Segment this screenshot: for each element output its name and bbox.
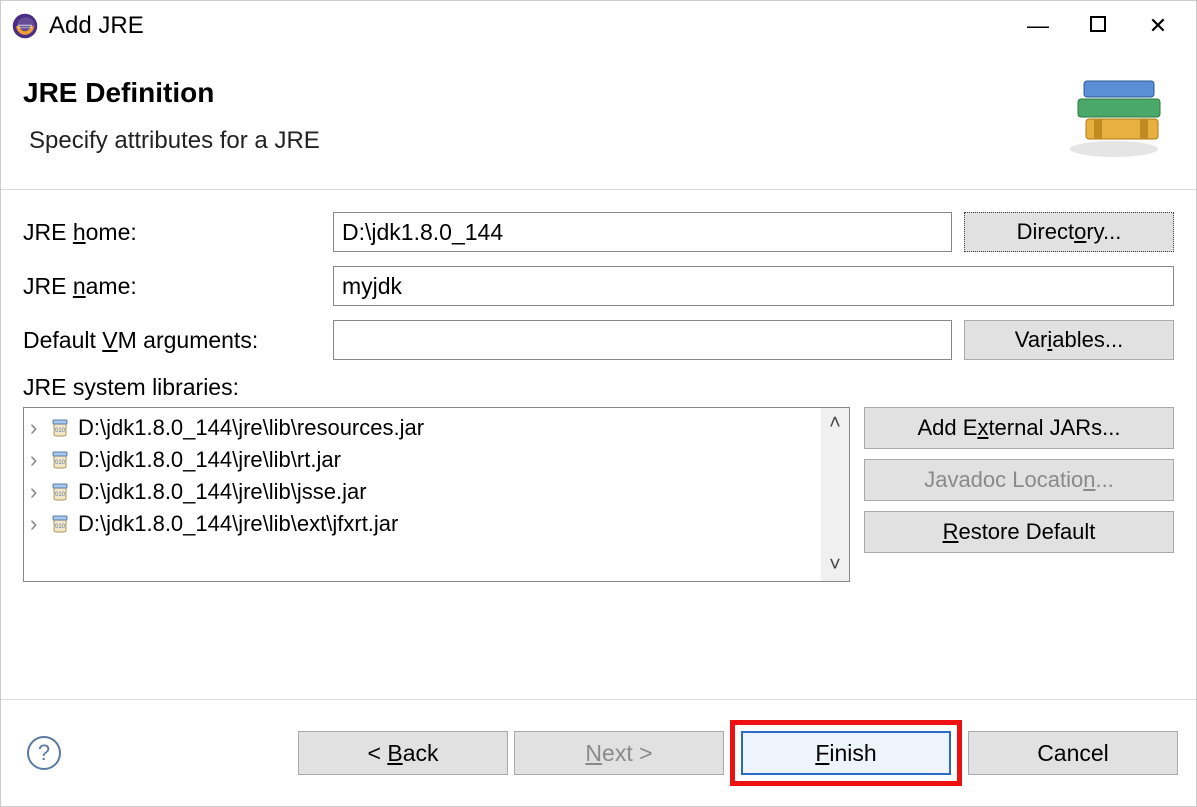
library-item[interactable]: › 010 D:\jdk1.8.0_144\jre\lib\jsse.jar bbox=[24, 476, 849, 508]
header-subtitle: Specify attributes for a JRE bbox=[23, 127, 1064, 155]
library-item[interactable]: › 010 D:\jdk1.8.0_144\jre\lib\resources.… bbox=[24, 412, 849, 444]
jre-name-input[interactable] bbox=[333, 266, 1174, 306]
libraries-label: JRE system libraries: bbox=[23, 374, 1174, 401]
jre-home-input[interactable] bbox=[333, 212, 952, 252]
vm-args-label: Default VM arguments: bbox=[23, 327, 333, 354]
header-title: JRE Definition bbox=[23, 77, 1064, 109]
window-title: Add JRE bbox=[49, 12, 144, 40]
finish-highlight: Finish bbox=[730, 720, 962, 786]
jar-icon: 010 bbox=[50, 481, 72, 503]
library-item[interactable]: › 010 D:\jdk1.8.0_144\jre\lib\ext\jfxrt.… bbox=[24, 508, 849, 540]
chevron-right-icon: › bbox=[30, 511, 48, 537]
finish-button[interactable]: Finish bbox=[741, 731, 951, 775]
libraries-list[interactable]: › 010 D:\jdk1.8.0_144\jre\lib\resources.… bbox=[23, 407, 850, 582]
svg-text:010: 010 bbox=[55, 428, 66, 434]
dialog-window: Add JRE — ✕ JRE Definition Specify attri… bbox=[0, 0, 1197, 807]
next-button: Next > bbox=[514, 731, 724, 775]
jar-icon: 010 bbox=[50, 513, 72, 535]
svg-text:010: 010 bbox=[55, 492, 66, 498]
library-path: D:\jdk1.8.0_144\jre\lib\resources.jar bbox=[78, 415, 424, 441]
titlebar: Add JRE — ✕ bbox=[1, 1, 1196, 51]
eclipse-icon bbox=[11, 12, 39, 40]
restore-default-button[interactable]: Restore Default bbox=[864, 511, 1174, 553]
svg-text:010: 010 bbox=[55, 524, 66, 530]
library-path: D:\jdk1.8.0_144\jre\lib\jsse.jar bbox=[78, 479, 367, 505]
jar-icon: 010 bbox=[50, 449, 72, 471]
close-button[interactable]: ✕ bbox=[1128, 13, 1188, 39]
chevron-right-icon: › bbox=[30, 415, 48, 441]
minimize-button[interactable]: — bbox=[1008, 13, 1068, 39]
button-bar: ? < Back Next > Finish Cancel bbox=[1, 699, 1196, 806]
library-path: D:\jdk1.8.0_144\jre\lib\rt.jar bbox=[78, 447, 341, 473]
directory-button[interactable]: Directory... bbox=[964, 212, 1174, 252]
javadoc-location-button: Javadoc Location... bbox=[864, 459, 1174, 501]
library-books-icon bbox=[1064, 71, 1174, 161]
library-path: D:\jdk1.8.0_144\jre\lib\ext\jfxrt.jar bbox=[78, 511, 398, 537]
scroll-up-icon[interactable]: ˄ bbox=[829, 408, 841, 439]
back-button[interactable]: < Back bbox=[298, 731, 508, 775]
jre-home-label: JRE home: bbox=[23, 219, 333, 246]
dialog-header: JRE Definition Specify attributes for a … bbox=[1, 51, 1196, 190]
scrollbar[interactable]: ˄ ˅ bbox=[821, 408, 849, 581]
help-icon[interactable]: ? bbox=[27, 736, 61, 770]
jar-icon: 010 bbox=[50, 417, 72, 439]
library-item[interactable]: › 010 D:\jdk1.8.0_144\jre\lib\rt.jar bbox=[24, 444, 849, 476]
form-area: JRE home: Directory... JRE name: Default… bbox=[1, 190, 1196, 604]
svg-text:010: 010 bbox=[55, 460, 66, 466]
chevron-right-icon: › bbox=[30, 447, 48, 473]
maximize-button[interactable] bbox=[1068, 13, 1128, 39]
chevron-right-icon: › bbox=[30, 479, 48, 505]
jre-name-label: JRE name: bbox=[23, 273, 333, 300]
scroll-down-icon[interactable]: ˅ bbox=[829, 550, 841, 581]
variables-button[interactable]: Variables... bbox=[964, 320, 1174, 360]
cancel-button[interactable]: Cancel bbox=[968, 731, 1178, 775]
vm-args-input[interactable] bbox=[333, 320, 952, 360]
add-external-jars-button[interactable]: Add External JARs... bbox=[864, 407, 1174, 449]
